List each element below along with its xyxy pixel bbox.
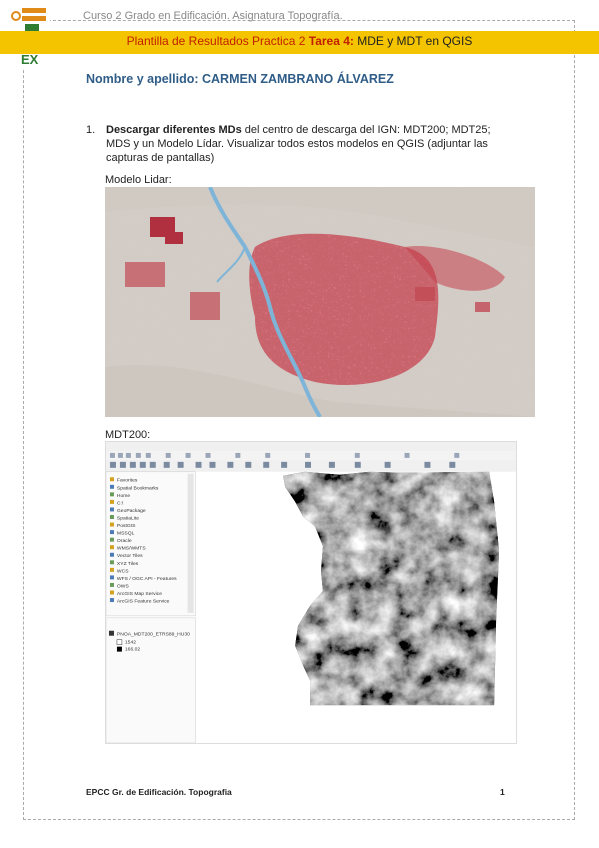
browser-item: SpatiaLite	[117, 515, 139, 521]
course-header: Curso 2 Grado en Edificación. Asignatura…	[83, 10, 343, 22]
title-rest: MDE y MDT en QGIS	[353, 34, 473, 48]
browser-item: OWS	[117, 583, 130, 589]
browser-item: PostGIS	[117, 523, 136, 529]
browser-item: Vector Tiles	[117, 553, 143, 559]
item-bold: Descargar diferentes MDs	[106, 124, 242, 136]
item-number: 1.	[86, 124, 96, 136]
browser-item: WMS/WMTS	[117, 546, 146, 552]
browser-item-icon	[109, 499, 114, 504]
browser-item-icon	[109, 582, 114, 587]
layer-name: PNOA_MDT200_ETRS89_HU30	[117, 632, 190, 638]
footer-text: EPCC Gr. de Edificación. Topografia	[86, 787, 232, 797]
title-task: Tarea 4:	[308, 34, 354, 48]
browser-item-icon	[109, 530, 114, 535]
mdt-caption: MDT200:	[105, 429, 151, 441]
browser-item-icon	[109, 515, 114, 519]
logo-text: EX	[21, 52, 39, 67]
browser-item-icon	[109, 507, 114, 512]
browser-item: WFS / OGC API - Features	[117, 576, 177, 582]
legend-high: 1542	[125, 640, 136, 646]
student-name: Nombre y apellido: CARMEN ZAMBRANO ÁLVAR…	[86, 72, 394, 86]
template-title: Plantilla de Resultados Practica 2 Tarea…	[0, 34, 599, 48]
browser-item-icon	[109, 477, 114, 482]
browser-item-icon	[109, 484, 114, 489]
browser-item: WCS	[117, 568, 129, 574]
browser-item: ArcGIS Feature Service	[117, 599, 170, 605]
qgis-screenshot: FavoritesSpatial Bookmarks HomeC:\ GeoPack…	[105, 441, 517, 744]
browser-item: GeoPackage	[117, 508, 146, 514]
lidar-caption: Modelo Lidar:	[105, 174, 172, 186]
browser-item-icon	[109, 552, 114, 557]
browser-item: Spatial Bookmarks	[117, 485, 159, 491]
browser-item-icon	[109, 492, 114, 497]
title-prefix: Plantilla de Resultados Practica 2	[126, 34, 309, 48]
browser-item: XYZ Tiles	[117, 561, 139, 567]
lidar-map-image	[105, 187, 535, 417]
browser-item: Home	[117, 493, 131, 499]
legend-low: 166.02	[125, 647, 140, 653]
item-text: Descargar diferentes MDs del centro de d…	[106, 123, 506, 165]
browser-item-icon	[109, 537, 114, 542]
browser-item: Favorites	[117, 478, 138, 484]
browser-item: ArcGIS Map Service	[117, 591, 162, 597]
browser-item-icon	[109, 598, 114, 603]
page-number: 1	[500, 787, 505, 797]
title-band: Plantilla de Resultados Practica 2 Tarea…	[0, 31, 599, 54]
browser-item-icon	[109, 560, 114, 565]
browser-item: Oracle	[117, 538, 132, 544]
browser-item-icon	[109, 522, 114, 527]
browser-item: C:\	[117, 500, 124, 506]
browser-item-icon	[109, 590, 114, 595]
browser-item: MSSQL	[117, 531, 135, 537]
browser-item-icon	[109, 545, 114, 550]
browser-item-icon	[109, 575, 114, 580]
browser-item-icon	[109, 567, 114, 572]
